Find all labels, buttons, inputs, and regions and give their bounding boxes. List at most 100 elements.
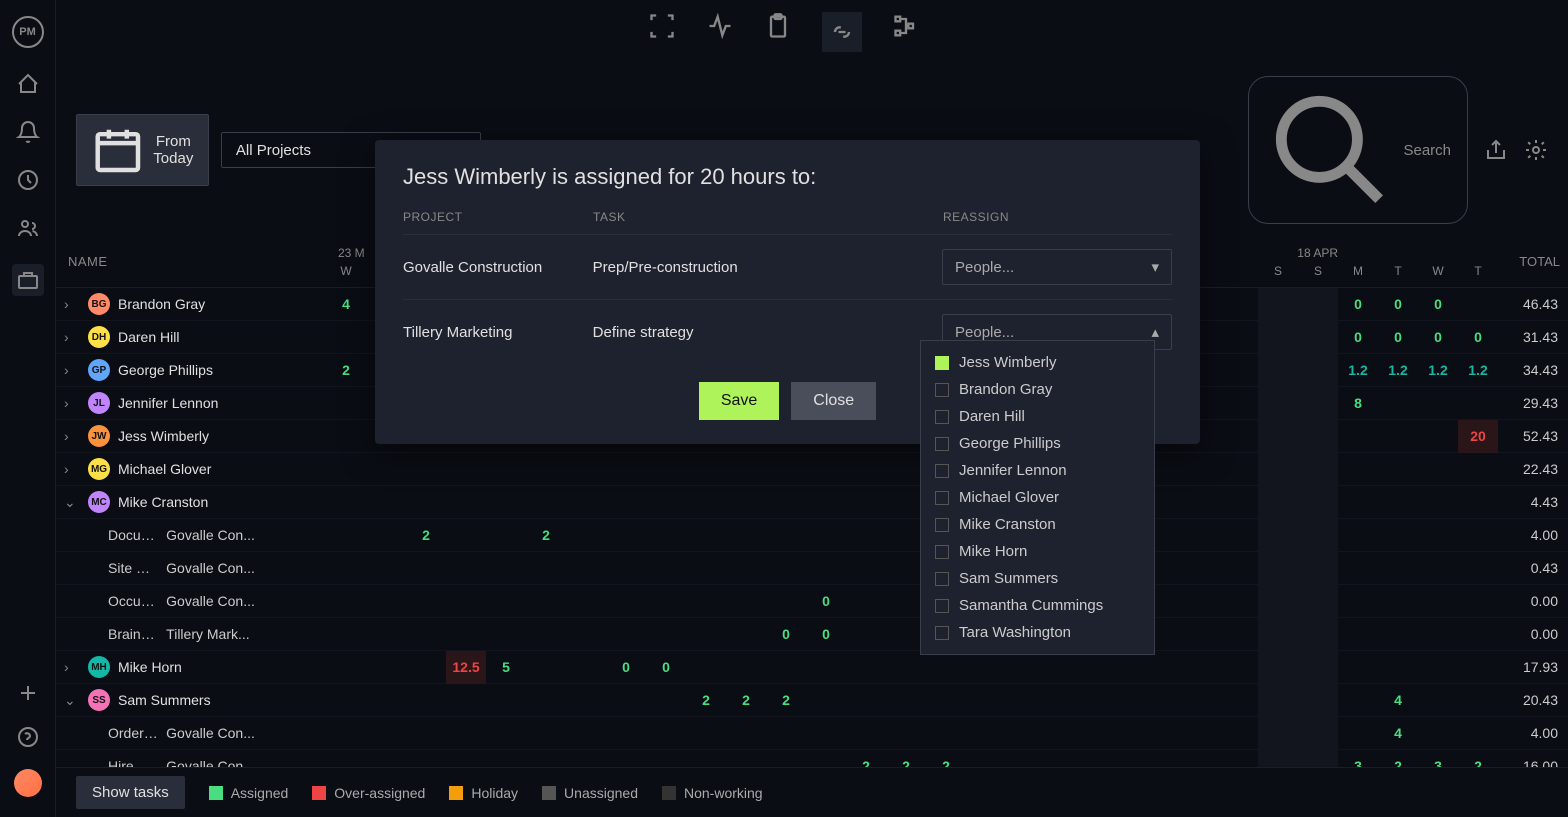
cell[interactable] — [1298, 387, 1338, 420]
cell[interactable] — [686, 519, 726, 552]
cell[interactable]: 0 — [806, 585, 846, 618]
cell[interactable] — [1298, 651, 1338, 684]
cell[interactable] — [1418, 486, 1458, 519]
cell[interactable] — [1298, 618, 1338, 651]
cell[interactable] — [766, 651, 806, 684]
cell[interactable] — [1298, 453, 1338, 486]
cell[interactable] — [446, 684, 486, 717]
cell[interactable] — [566, 717, 606, 750]
dropdown-item[interactable]: Brandon Gray — [921, 376, 1154, 403]
cell[interactable] — [1418, 585, 1458, 618]
cell[interactable] — [566, 552, 606, 585]
cell[interactable] — [646, 585, 686, 618]
cell[interactable] — [326, 387, 366, 420]
cell[interactable] — [526, 618, 566, 651]
cell[interactable] — [1258, 684, 1298, 717]
cell[interactable] — [486, 717, 526, 750]
cell[interactable] — [486, 552, 526, 585]
cell[interactable] — [1258, 651, 1298, 684]
person-row[interactable]: ›MHMike Horn12.550017.93 — [56, 651, 1568, 684]
cell[interactable]: 2 — [886, 750, 926, 767]
cell[interactable]: 2 — [406, 519, 446, 552]
dropdown-item[interactable]: Jess Wimberly — [921, 349, 1154, 376]
cell[interactable] — [806, 750, 846, 767]
cell[interactable] — [566, 519, 606, 552]
cell[interactable] — [726, 750, 766, 767]
cell[interactable] — [1378, 420, 1418, 453]
briefcase-icon[interactable] — [12, 264, 44, 296]
cell[interactable]: 4 — [1378, 717, 1418, 750]
expand-icon[interactable]: › — [64, 395, 80, 411]
cell[interactable] — [406, 684, 446, 717]
cell[interactable] — [1258, 519, 1298, 552]
cell[interactable] — [1458, 618, 1498, 651]
cell[interactable] — [1258, 585, 1298, 618]
cell[interactable] — [486, 618, 526, 651]
cell[interactable] — [566, 684, 606, 717]
cell[interactable] — [686, 618, 726, 651]
cell[interactable] — [726, 651, 766, 684]
cell[interactable]: 3 — [1418, 750, 1458, 767]
save-button[interactable]: Save — [699, 382, 779, 420]
cell[interactable] — [846, 618, 886, 651]
cell[interactable] — [1418, 651, 1458, 684]
checkbox[interactable] — [935, 572, 949, 586]
cell[interactable] — [606, 717, 646, 750]
cell[interactable] — [486, 684, 526, 717]
help-icon[interactable] — [16, 725, 40, 749]
cell[interactable] — [1458, 519, 1498, 552]
cell[interactable]: 0 — [606, 651, 646, 684]
cell[interactable]: 1.2 — [1338, 354, 1378, 387]
cell[interactable] — [846, 717, 886, 750]
cell[interactable]: 4 — [326, 288, 366, 321]
cell[interactable] — [326, 519, 366, 552]
cell[interactable] — [326, 420, 366, 453]
cell[interactable] — [926, 717, 966, 750]
cell[interactable] — [486, 585, 526, 618]
cell[interactable]: 4 — [1378, 684, 1418, 717]
cell[interactable]: 2 — [686, 684, 726, 717]
cell[interactable] — [1458, 651, 1498, 684]
cell[interactable] — [1418, 684, 1458, 717]
cell[interactable]: 2 — [1458, 750, 1498, 767]
cell[interactable] — [1258, 420, 1298, 453]
cell[interactable] — [1338, 552, 1378, 585]
dropdown-item[interactable]: Samantha Cummings — [921, 592, 1154, 619]
cell[interactable] — [726, 552, 766, 585]
expand-icon[interactable]: › — [64, 659, 80, 675]
cell[interactable] — [606, 552, 646, 585]
cell[interactable]: 0 — [1418, 321, 1458, 354]
checkbox[interactable] — [935, 491, 949, 505]
expand-icon[interactable]: ⌄ — [64, 692, 80, 709]
cell[interactable] — [1458, 288, 1498, 321]
cell[interactable]: 2 — [766, 684, 806, 717]
cell[interactable] — [686, 585, 726, 618]
dropdown-item[interactable]: Mike Horn — [921, 538, 1154, 565]
checkbox[interactable] — [935, 410, 949, 424]
dropdown-item[interactable]: Michael Glover — [921, 484, 1154, 511]
cell[interactable] — [406, 618, 446, 651]
cell[interactable] — [1298, 288, 1338, 321]
cell[interactable]: 0 — [1338, 288, 1378, 321]
task-row[interactable]: Site workGovalle Con...0.43 — [56, 552, 1568, 585]
cell[interactable] — [726, 519, 766, 552]
cell[interactable] — [446, 585, 486, 618]
cell[interactable]: 8 — [1338, 387, 1378, 420]
cell[interactable] — [366, 585, 406, 618]
cell[interactable] — [366, 618, 406, 651]
show-tasks-button[interactable]: Show tasks — [76, 776, 185, 809]
cell[interactable] — [1258, 717, 1298, 750]
cell[interactable]: 0 — [766, 618, 806, 651]
close-button[interactable]: Close — [791, 382, 876, 420]
cell[interactable] — [1338, 585, 1378, 618]
cell[interactable]: 0 — [1458, 321, 1498, 354]
cell[interactable]: 2 — [1378, 750, 1418, 767]
cell[interactable] — [526, 585, 566, 618]
cell[interactable]: 2 — [926, 750, 966, 767]
cell[interactable] — [446, 552, 486, 585]
cell[interactable] — [726, 585, 766, 618]
cell[interactable]: 1.2 — [1458, 354, 1498, 387]
cell[interactable] — [406, 651, 446, 684]
cell[interactable] — [326, 321, 366, 354]
cell[interactable] — [1378, 519, 1418, 552]
